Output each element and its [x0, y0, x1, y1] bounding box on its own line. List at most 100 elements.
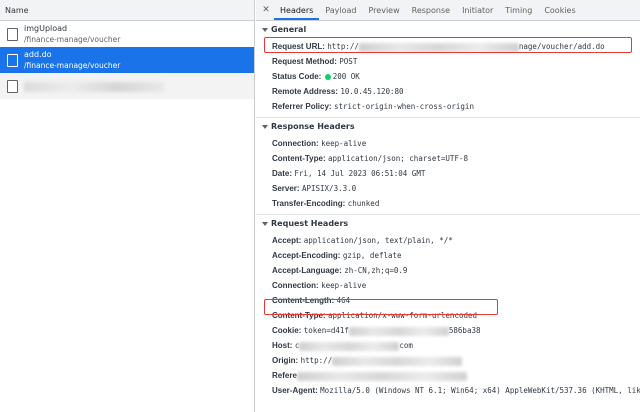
request-header-row: Accept-Language: zh-CN,zh;q=0.9	[256, 263, 640, 278]
cookie-row: Cookie: token=d41f 586ba38	[256, 323, 640, 338]
header-value: nage/voucher/add.do	[518, 42, 605, 51]
status-ok-icon	[324, 74, 331, 80]
header-key: Referrer Policy:	[272, 102, 332, 111]
request-headers-section: Request Headers Accept: application/json…	[256, 215, 640, 401]
header-value: Fri, 14 Jul 2023 06:51:04 GMT	[294, 169, 426, 178]
redacted-text	[24, 82, 164, 92]
document-icon	[7, 80, 18, 93]
request-headers-toggle[interactable]: Request Headers	[256, 215, 640, 233]
request-header-row: Connection: keep-alive	[256, 278, 640, 293]
header-key: Transfer-Encoding:	[272, 199, 346, 208]
response-header-row: Content-Type: application/json; charset=…	[256, 151, 640, 166]
header-value: keep-alive	[321, 139, 367, 148]
request-row-add-do[interactable]: add.do /finance-manage/voucher	[0, 47, 254, 73]
response-header-row: Server: APISIX/3.3.0	[256, 181, 640, 196]
headers-detail-panel: ✕ Headers Payload Preview Response Initi…	[256, 0, 640, 412]
referrer-policy-row: Referrer Policy: strict-origin-when-cros…	[256, 99, 640, 114]
header-key: Remote Address:	[272, 87, 338, 96]
header-key: Content-Length:	[272, 296, 335, 305]
tab-payload[interactable]: Payload	[319, 0, 362, 20]
header-key: Request Method:	[272, 57, 337, 66]
header-key: Request URL:	[272, 42, 325, 51]
header-key: Content-Type:	[272, 154, 326, 163]
response-headers-toggle[interactable]: Response Headers	[256, 118, 640, 136]
request-name: imgUpload	[24, 24, 68, 33]
name-column-header[interactable]: Name	[0, 0, 254, 21]
header-key: Cookie:	[272, 326, 302, 335]
header-key: Accept-Encoding:	[272, 251, 341, 260]
header-value: gzip, deflate	[342, 251, 402, 260]
response-header-row: Date: Fri, 14 Jul 2023 06:51:04 GMT	[256, 166, 640, 181]
response-headers-section: Response Headers Connection: keep-alive …	[256, 118, 640, 215]
header-key: Accept:	[272, 236, 302, 245]
header-value: zh-CN,zh;q=0.9	[344, 266, 408, 275]
header-key: Accept-Language:	[272, 266, 342, 275]
request-list-panel: Name imgUpload /finance-manage/voucher a…	[0, 0, 255, 412]
header-key: Origin:	[272, 356, 299, 365]
header-value: chunked	[347, 199, 380, 208]
triangle-down-icon	[262, 27, 268, 32]
header-value: com	[399, 341, 413, 350]
request-row-imgupload[interactable]: imgUpload /finance-manage/voucher	[0, 21, 254, 47]
header-value: application/json, text/plain, */*	[303, 236, 453, 245]
header-value: http://	[300, 356, 333, 365]
header-key: Host:	[272, 341, 293, 350]
status-code-row: Status Code: 200 OK	[256, 69, 640, 84]
redacted-text	[299, 341, 400, 351]
close-icon[interactable]: ✕	[258, 0, 274, 20]
header-value: http://	[327, 42, 359, 51]
header-value: 200 OK	[332, 72, 360, 81]
header-key: Connection:	[272, 139, 319, 148]
response-header-row: Connection: keep-alive	[256, 136, 640, 151]
content-type-row: Content-Type: application/x-www-form-url…	[256, 308, 640, 323]
request-method-row: Request Method: POST	[256, 54, 640, 69]
header-key: Date:	[272, 169, 293, 178]
general-section: General Request URL: http:// nage/voucher…	[256, 21, 640, 118]
origin-row: Origin: http://	[256, 353, 640, 368]
triangle-down-icon	[262, 221, 268, 226]
header-key: Status Code:	[272, 72, 322, 81]
request-header-row: Content-Length: 464	[256, 293, 640, 308]
redacted-text	[358, 42, 519, 52]
remote-address-row: Remote Address: 10.0.45.120:80	[256, 84, 640, 99]
header-value: Mozilla/5.0 (Windows NT 6.1; Win64; x64)…	[320, 386, 640, 395]
header-key: Content-Type:	[272, 311, 326, 320]
header-value: token=d41f	[303, 326, 349, 335]
host-row: Host: c com	[256, 338, 640, 353]
header-value: application/json; charset=UTF-8	[328, 154, 468, 163]
request-path: /finance-manage/voucher	[24, 61, 121, 70]
request-header-row: Accept: application/json, text/plain, */…	[256, 233, 640, 248]
section-title: General	[271, 25, 307, 34]
header-value: 464	[336, 296, 351, 305]
request-url-row: Request URL: http:// nage/voucher/add.do	[256, 39, 640, 54]
header-value: POST	[339, 57, 358, 66]
header-value: 586ba38	[448, 326, 481, 335]
header-value: 10.0.45.120:80	[340, 87, 404, 96]
tab-cookies[interactable]: Cookies	[538, 0, 581, 20]
redacted-text	[332, 356, 463, 366]
tab-headers[interactable]: Headers	[274, 0, 320, 20]
header-value: keep-alive	[321, 281, 367, 290]
tab-timing[interactable]: Timing	[499, 0, 538, 20]
request-path: /finance-manage/voucher	[24, 35, 121, 44]
general-section-toggle[interactable]: General	[256, 21, 640, 39]
request-header-row: Accept-Encoding: gzip, deflate	[256, 248, 640, 263]
header-value: strict-origin-when-cross-origin	[333, 102, 474, 111]
response-header-row: Transfer-Encoding: chunked	[256, 196, 640, 211]
header-key: User-Agent:	[272, 386, 318, 395]
request-row-redacted[interactable]	[0, 73, 254, 99]
header-key: Refere	[272, 371, 297, 380]
redacted-text	[296, 371, 467, 381]
triangle-down-icon	[262, 124, 268, 129]
tab-preview[interactable]: Preview	[363, 0, 406, 20]
document-icon	[7, 28, 18, 41]
request-name: add.do	[24, 50, 52, 59]
tab-response[interactable]: Response	[406, 0, 456, 20]
document-icon	[7, 54, 18, 67]
referer-row: Refere	[256, 368, 640, 383]
header-value: APISIX/3.3.0	[301, 184, 357, 193]
header-value: application/x-www-form-urlencoded	[328, 311, 478, 320]
header-key: Server:	[272, 184, 300, 193]
section-title: Request Headers	[271, 219, 349, 228]
tab-initiator[interactable]: Initiator	[456, 0, 499, 20]
